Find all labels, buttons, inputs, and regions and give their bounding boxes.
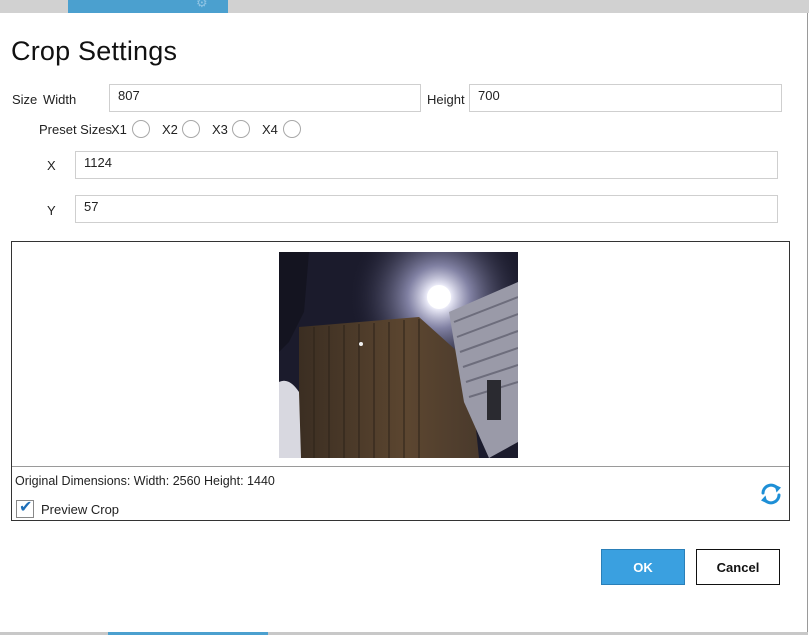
preview-crop-checkbox[interactable]: ✔ xyxy=(16,499,34,518)
checkmark-icon: ✔ xyxy=(19,499,33,516)
preset-x2-radio[interactable] xyxy=(182,120,200,138)
gear-icon: ⚙ xyxy=(196,0,208,10)
preset-x4-label: X4 xyxy=(262,122,278,137)
y-input[interactable] xyxy=(75,195,778,223)
x-label: X xyxy=(47,158,56,173)
size-label: Size xyxy=(12,92,38,107)
dialog-title: Crop Settings xyxy=(11,36,178,66)
preview-crop-label: Preview Crop xyxy=(41,502,120,517)
x-input[interactable] xyxy=(75,151,778,179)
preset-x3-radio[interactable] xyxy=(232,120,250,138)
preset-x3-label: X3 xyxy=(212,122,228,137)
width-input[interactable] xyxy=(109,84,421,112)
cancel-button[interactable]: Cancel xyxy=(696,549,780,585)
preset-x1-label: X1 xyxy=(111,122,127,137)
preview-divider xyxy=(12,466,789,467)
preset-x4-radio[interactable] xyxy=(283,120,301,138)
y-label: Y xyxy=(47,203,56,218)
height-label: Height xyxy=(427,92,465,107)
preset-x1-radio[interactable] xyxy=(132,120,150,138)
preset-x2-label: X2 xyxy=(162,122,178,137)
crop-preview-image xyxy=(279,252,518,458)
ok-button[interactable]: OK xyxy=(601,549,685,585)
width-label: Width xyxy=(43,92,77,107)
refresh-icon[interactable] xyxy=(759,482,783,506)
height-input[interactable] xyxy=(469,84,782,112)
preset-sizes-label: Preset Sizes xyxy=(39,122,112,137)
original-dimensions-text: Original Dimensions: Width: 2560 Height:… xyxy=(15,474,275,488)
